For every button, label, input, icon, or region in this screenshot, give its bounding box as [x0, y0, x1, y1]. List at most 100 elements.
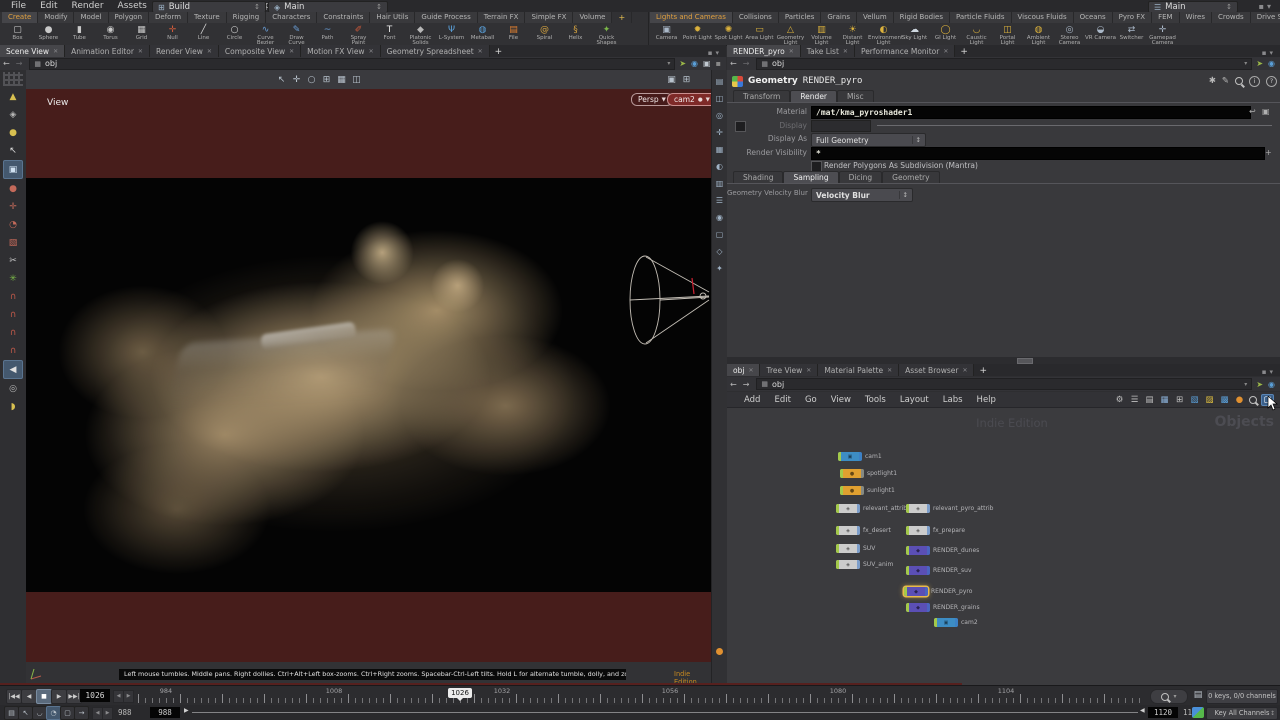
snapshot-icon[interactable]: ▧ [1189, 395, 1200, 405]
shelf-tool-draw-curve[interactable]: ✎Draw Curve [281, 23, 312, 45]
range-end-field[interactable]: 1120 [1148, 707, 1178, 718]
node-relevant-attributes[interactable]: ◈ [836, 504, 860, 513]
focus-icon[interactable]: ◉ [713, 210, 726, 225]
gem-icon[interactable]: ◇ [713, 244, 726, 259]
node-suv-anim[interactable]: ◈ [836, 560, 860, 569]
axis-icon[interactable]: ✳ [4, 270, 22, 287]
net-menu-tools[interactable]: Tools [858, 395, 893, 405]
shelf-tool-l-system[interactable]: ΨL-System [436, 23, 467, 45]
pin-icon[interactable]: ➤ [1256, 380, 1263, 389]
shelf-tab-fem[interactable]: FEM [1152, 12, 1180, 23]
pane-tab-render-pyro[interactable]: RENDER_pyro✕ [727, 45, 801, 57]
render-flag[interactable] [927, 546, 930, 555]
shelf-tab-particle-fluids[interactable]: Particle Fluids [950, 12, 1012, 23]
scene-viewport[interactable]: ↖✛○⊞▦◫ ▣⊞ [26, 70, 711, 685]
shelf-tool-helix[interactable]: §Helix [560, 23, 591, 45]
shelf-tool-torus[interactable]: ◉Torus [95, 23, 126, 45]
view-mask-icon[interactable]: ◎ [4, 380, 22, 397]
pane-menu-icon[interactable]: ▪▾ [708, 49, 726, 57]
display-options-icon[interactable]: ▲ [4, 88, 22, 105]
node-cam2[interactable]: ▣ [934, 618, 958, 627]
menu-edit[interactable]: Edit [33, 0, 64, 12]
close-icon[interactable]: ✕ [806, 367, 811, 374]
node-render-pyro[interactable]: ◆ [904, 587, 928, 596]
options-icon[interactable]: ▪ [716, 59, 721, 68]
shelf-tool-environment-light[interactable]: ◐Environment Light [868, 23, 899, 45]
net-menu-go[interactable]: Go [798, 395, 824, 405]
shelf-tool-stereo-camera[interactable]: ◎Stereo Camera [1054, 23, 1085, 45]
display-slider[interactable] [877, 125, 1272, 126]
range-slider-track[interactable] [192, 712, 1138, 713]
dot-icon[interactable]: ● [1234, 395, 1245, 405]
split-icon[interactable]: ◫ [713, 91, 726, 106]
shelf-tab-volume[interactable]: Volume [573, 12, 612, 23]
close-icon[interactable]: ✕ [789, 48, 794, 55]
move-handle-icon[interactable]: ✛ [289, 75, 304, 85]
window-controls-icon[interactable]: ▪▾ [1259, 2, 1274, 11]
wrench-icon[interactable]: ⚙ [1114, 395, 1125, 405]
shelf-tab-model[interactable]: Model [74, 12, 108, 23]
node-render-dunes[interactable]: ◆ [906, 546, 930, 555]
pane-tab-motion-fx-view[interactable]: Motion FX View✕ [301, 45, 380, 57]
secure-selection-icon[interactable]: ▣ [3, 160, 23, 179]
render-flag[interactable] [927, 566, 930, 575]
close-icon[interactable]: ✕ [207, 48, 212, 55]
node-name-field[interactable]: RENDER_pyro [803, 76, 863, 86]
shelf-tab-wires[interactable]: Wires [1180, 12, 1212, 23]
net-menu-labs[interactable]: Labs [936, 395, 970, 405]
pane-tab-render-view[interactable]: Render View✕ [150, 45, 219, 57]
jump-start-button[interactable]: |◀◀ [6, 689, 22, 704]
gear-icon[interactable]: ✱ [1209, 76, 1216, 86]
node-render-grains[interactable]: ◆ [906, 603, 930, 612]
dotted-range-icon[interactable]: ▢ [60, 706, 75, 720]
shelf-tab-characters[interactable]: Characters [266, 12, 317, 23]
velocity-blur-dropdown[interactable]: Velocity Blur ↕ [811, 188, 913, 202]
shelf-tool-spot-light[interactable]: ✺Spot Light [713, 23, 744, 45]
render-flag[interactable] [857, 504, 860, 513]
display-value-box[interactable] [811, 120, 871, 132]
expand-icon[interactable]: ⊞ [679, 75, 694, 85]
shelf-tab-hair-utils[interactable]: Hair Utils [370, 12, 415, 23]
shelf-tool-gamepad-camera[interactable]: ✛Gamepad Camera [1147, 23, 1178, 45]
shelf-tool-curve-bezier[interactable]: ∿Curve Bezier [250, 23, 281, 45]
back-icon[interactable]: ← [727, 380, 740, 389]
shelf-tool-ambient-light[interactable]: ◍Ambient Light [1023, 23, 1054, 45]
forward-icon[interactable]: → [740, 380, 753, 389]
shelf-tab-simple-fx[interactable]: Simple FX [525, 12, 573, 23]
select-arrow-icon[interactable]: ↖ [274, 75, 289, 85]
pin-icon[interactable]: ➤ [679, 59, 686, 68]
range-start-field[interactable]: 988 [150, 707, 180, 718]
render-flag[interactable] [955, 618, 958, 627]
search-icon[interactable] [1235, 77, 1243, 85]
menu-assets[interactable]: Assets [111, 0, 154, 12]
shelf-tool-spiral[interactable]: @Spiral [529, 23, 560, 45]
shade-icon[interactable]: ◫ [349, 75, 364, 85]
close-icon[interactable]: ✕ [962, 367, 967, 374]
simcache-icon[interactable]: ◡ [32, 706, 47, 720]
network-editor[interactable]: obj✕Tree View✕Material Palette✕Asset Bro… [727, 364, 1280, 685]
shelf-tool-switcher[interactable]: ⇄Switcher [1116, 23, 1147, 45]
shelf-tab-rigid-bodies[interactable]: Rigid Bodies [894, 12, 950, 23]
pane-layout-icon[interactable]: ▤ [713, 74, 726, 89]
shelf-tab-guide-process[interactable]: Guide Process [415, 12, 477, 23]
net-pane-tab-tree-view[interactable]: Tree View✕ [760, 364, 818, 376]
shelf-tool-volume-light[interactable]: ▥Volume Light [806, 23, 837, 45]
play-reverse-button[interactable]: ◀ [21, 689, 37, 704]
keys-status-button[interactable]: 0 keys, 0/0 channels [1206, 689, 1278, 704]
network-path-field[interactable]: ▦ obj ▾ [756, 378, 1252, 390]
net-menu-view[interactable]: View [824, 395, 858, 405]
pane-tab-performance-monitor[interactable]: Performance Monitor✕ [855, 45, 955, 57]
shelf-tool-font[interactable]: TFont [374, 23, 405, 45]
world-icon[interactable]: ◉ [1268, 380, 1275, 389]
render-flag[interactable] [927, 504, 930, 513]
shelf-tool-point-light[interactable]: ✹Point Light [682, 23, 713, 45]
node-spotlight1[interactable]: ● [840, 469, 864, 478]
plus-icon[interactable]: + [1265, 148, 1272, 157]
pane-tab-take-list[interactable]: Take List✕ [801, 45, 855, 57]
shelf-tool-area-light[interactable]: ▭Area Light [744, 23, 775, 45]
material-icon[interactable]: ◈ [4, 106, 22, 123]
camera-select-button[interactable]: cam2 ● ▼ [667, 93, 711, 106]
shelf-tool-camera[interactable]: ▣Camera [651, 23, 682, 45]
shelf-tab-drive-simulation[interactable]: Drive Simulation [1251, 12, 1280, 23]
net-menu-layout[interactable]: Layout [893, 395, 936, 405]
